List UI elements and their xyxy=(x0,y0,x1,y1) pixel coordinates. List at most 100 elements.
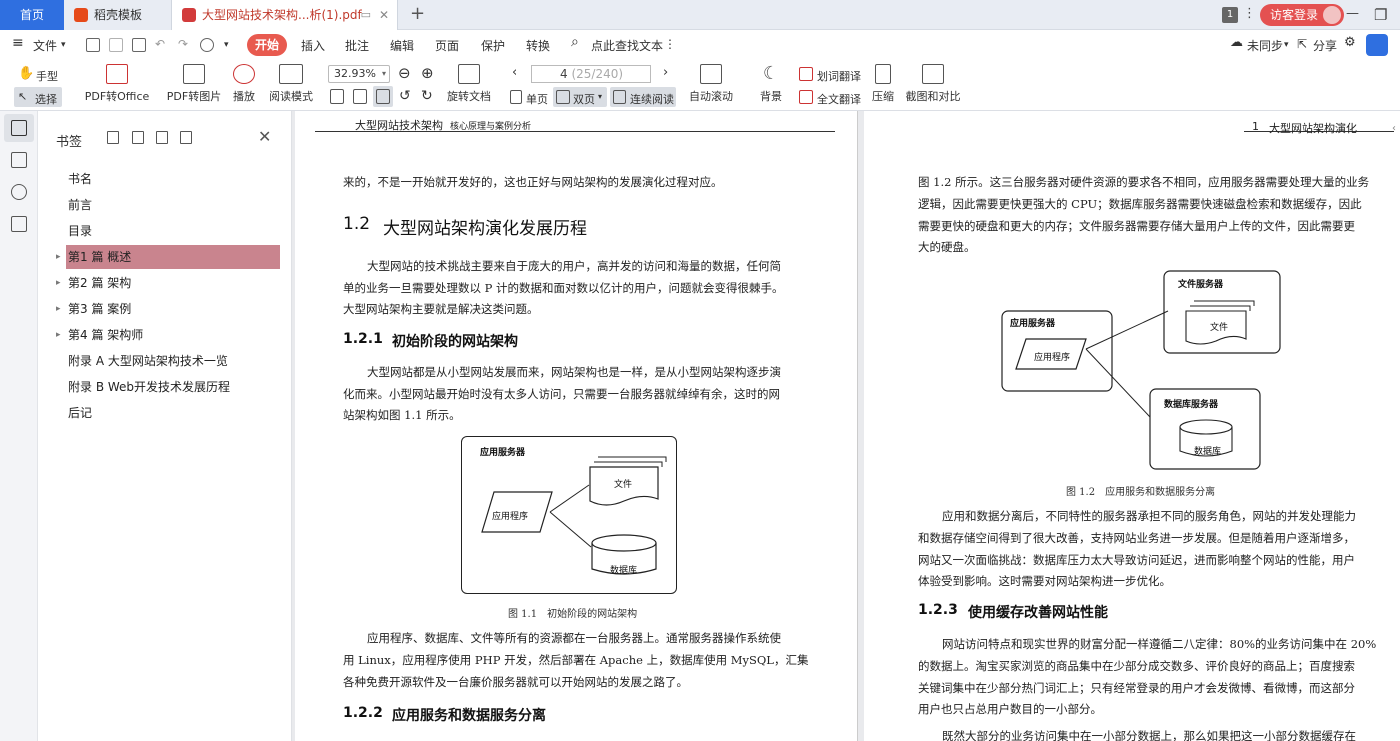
menu-start[interactable]: 开始 xyxy=(247,34,287,56)
menu-edit[interactable]: 编辑 xyxy=(390,37,414,54)
rotate-left-icon[interactable]: ↺ xyxy=(399,88,411,104)
document-viewport[interactable]: 大型网站技术架构 核心原理与案例分析 来的，不是一开始就开发好的，这也正好与网站… xyxy=(292,111,1400,741)
bookmark-item[interactable]: 附录 A 大型网站架构技术一览 xyxy=(68,349,282,373)
full-translate-icon[interactable] xyxy=(799,90,813,104)
guest-login-button[interactable]: 访客登录 xyxy=(1260,4,1345,26)
word-translate-icon[interactable] xyxy=(799,67,813,81)
delete-bookmark-icon[interactable] xyxy=(132,131,144,144)
pdf-to-office-button[interactable]: PDF转Office xyxy=(82,64,152,104)
actual-size-icon[interactable] xyxy=(376,89,390,104)
bookmark-label: 书名 xyxy=(68,172,93,186)
search-text-button[interactable]: 点此查找文本 xyxy=(591,37,663,54)
single-page-label[interactable]: 单页 xyxy=(526,91,548,107)
bookmark-item[interactable]: 附录 B Web开发技术发展历程 xyxy=(68,375,282,399)
minimize-window-icon[interactable]: — xyxy=(1346,6,1359,21)
previous-page-icon[interactable]: ‹ xyxy=(512,65,517,80)
attachment-icon[interactable] xyxy=(11,216,27,232)
menu-protect[interactable]: 保护 xyxy=(481,37,505,54)
expand-bookmark-icon[interactable] xyxy=(156,131,168,144)
bookmark-item[interactable]: 后记 xyxy=(68,401,282,425)
full-translate-label[interactable]: 全文翻译 xyxy=(817,91,861,107)
continuous-read-icon[interactable] xyxy=(613,90,626,104)
expand-arrow-icon[interactable]: ▸ xyxy=(56,271,61,295)
close-icon[interactable]: ✕ xyxy=(258,127,271,146)
hand-tool-icon[interactable]: ✋ xyxy=(18,66,34,81)
select-cursor-icon[interactable]: ↖ xyxy=(18,90,27,103)
next-page-icon[interactable]: › xyxy=(663,65,668,80)
undo-icon[interactable]: ↶ xyxy=(155,37,165,51)
expand-arrow-icon[interactable]: ▸ xyxy=(56,245,61,269)
word-translate-label[interactable]: 划词翻译 xyxy=(817,68,861,84)
sync-status[interactable]: 未同步 xyxy=(1247,37,1283,54)
menu-annotate[interactable]: 批注 xyxy=(345,37,369,54)
single-page-icon[interactable] xyxy=(510,90,522,104)
double-page-icon[interactable] xyxy=(556,90,570,104)
screenshot-compare-button[interactable]: 截图和对比 xyxy=(904,64,962,104)
tab-home[interactable]: 首页 xyxy=(0,0,64,30)
expand-arrow-icon[interactable]: ▸ xyxy=(56,297,61,321)
export-icon[interactable] xyxy=(200,38,214,52)
select-tool-label[interactable]: 选择 xyxy=(35,91,57,107)
search-icon[interactable]: ⌕ xyxy=(571,34,579,50)
annotation-icon[interactable] xyxy=(11,184,27,200)
window-count-badge[interactable]: 1 xyxy=(1222,7,1238,23)
continuous-read-label[interactable]: 连续阅读 xyxy=(630,91,674,107)
more-chevron-icon[interactable]: ▾ xyxy=(224,40,229,50)
new-tab-button[interactable]: + xyxy=(410,3,425,24)
share-icon[interactable]: ⇱ xyxy=(1297,37,1307,51)
bookmark-panel-icon[interactable] xyxy=(11,120,27,136)
hand-tool-label[interactable]: 手型 xyxy=(36,68,58,84)
menu-convert[interactable]: 转换 xyxy=(526,37,550,54)
play-button[interactable]: 播放 xyxy=(230,64,258,104)
bookmark-item[interactable]: 前言 xyxy=(68,193,282,217)
pdf-to-image-button[interactable]: PDF转图片 xyxy=(166,64,222,104)
bookmark-item[interactable]: 书名 xyxy=(68,167,282,191)
rotate-right-icon[interactable]: ↻ xyxy=(421,88,433,104)
redo-icon[interactable]: ↷ xyxy=(178,37,188,51)
bookmark-item-selected[interactable]: ▸ 第1 篇 概述 xyxy=(56,245,280,269)
zoom-level-select[interactable]: 32.93% ▾ xyxy=(328,65,390,83)
fit-page-icon[interactable] xyxy=(330,89,344,104)
rotate-document-button[interactable]: 旋转文档 xyxy=(446,64,492,104)
bookmark-item[interactable]: ▸ 第3 篇 案例 xyxy=(56,297,282,321)
print-icon[interactable] xyxy=(132,38,146,52)
page-number-input[interactable]: 4 (25/240) xyxy=(531,65,651,83)
app-logo-icon[interactable] xyxy=(1366,34,1388,56)
open-folder-icon[interactable] xyxy=(86,38,100,52)
cloud-sync-icon[interactable]: ☁ xyxy=(1230,35,1243,50)
expand-arrow-icon[interactable]: ▸ xyxy=(56,323,61,347)
subsection-number: 1.2.1 xyxy=(343,331,383,347)
chevron-down-icon[interactable]: ▾ xyxy=(61,40,66,50)
collapse-arrow-icon[interactable]: ‹ xyxy=(1392,123,1400,163)
double-page-chevron-icon[interactable]: ▾ xyxy=(598,92,602,101)
bookmark-item[interactable]: 目录 xyxy=(68,219,282,243)
tab-minimize-icon[interactable]: ▭ xyxy=(361,0,371,30)
fit-width-icon[interactable] xyxy=(353,89,367,104)
settings-gear-icon[interactable]: ⚙ xyxy=(1344,35,1356,50)
menu-grid-icon[interactable]: ⋮ xyxy=(1243,6,1256,21)
thumbnail-icon[interactable] xyxy=(11,152,27,168)
bookmark-settings-icon[interactable] xyxy=(180,131,192,144)
menu-insert[interactable]: 插入 xyxy=(301,37,325,54)
bookmark-item[interactable]: ▸ 第4 篇 架构师 xyxy=(56,323,282,347)
hamburger-icon[interactable]: ≡ xyxy=(12,35,24,51)
more-options-icon[interactable]: ⋮ xyxy=(664,37,676,51)
sync-chevron-icon[interactable]: ▾ xyxy=(1284,40,1289,50)
tab-close-icon[interactable]: ✕ xyxy=(379,0,389,30)
menu-page[interactable]: 页面 xyxy=(435,37,459,54)
background-button[interactable]: ☾ 背景 xyxy=(754,64,788,104)
compress-button[interactable]: 压缩 xyxy=(870,64,896,104)
skin-icon[interactable]: ❐ xyxy=(1374,6,1387,24)
zoom-out-icon[interactable]: ⊖ xyxy=(398,64,411,82)
save-icon[interactable] xyxy=(109,38,123,52)
read-mode-button[interactable]: 阅读模式 xyxy=(268,64,314,104)
tab-template[interactable]: 稻壳模板 xyxy=(64,0,172,30)
add-bookmark-icon[interactable] xyxy=(107,131,119,144)
zoom-in-icon[interactable]: ⊕ xyxy=(421,64,434,82)
menu-file[interactable]: 文件 xyxy=(33,37,57,54)
share-button[interactable]: 分享 xyxy=(1313,37,1337,54)
double-page-label[interactable]: 双页 xyxy=(573,91,595,107)
bookmark-item[interactable]: ▸ 第2 篇 架构 xyxy=(56,271,282,295)
tab-pdf-document[interactable]: 大型网站技术架构...析(1).pdf ▭ ✕ xyxy=(172,0,398,30)
auto-scroll-button[interactable]: 自动滚动 xyxy=(684,64,738,104)
